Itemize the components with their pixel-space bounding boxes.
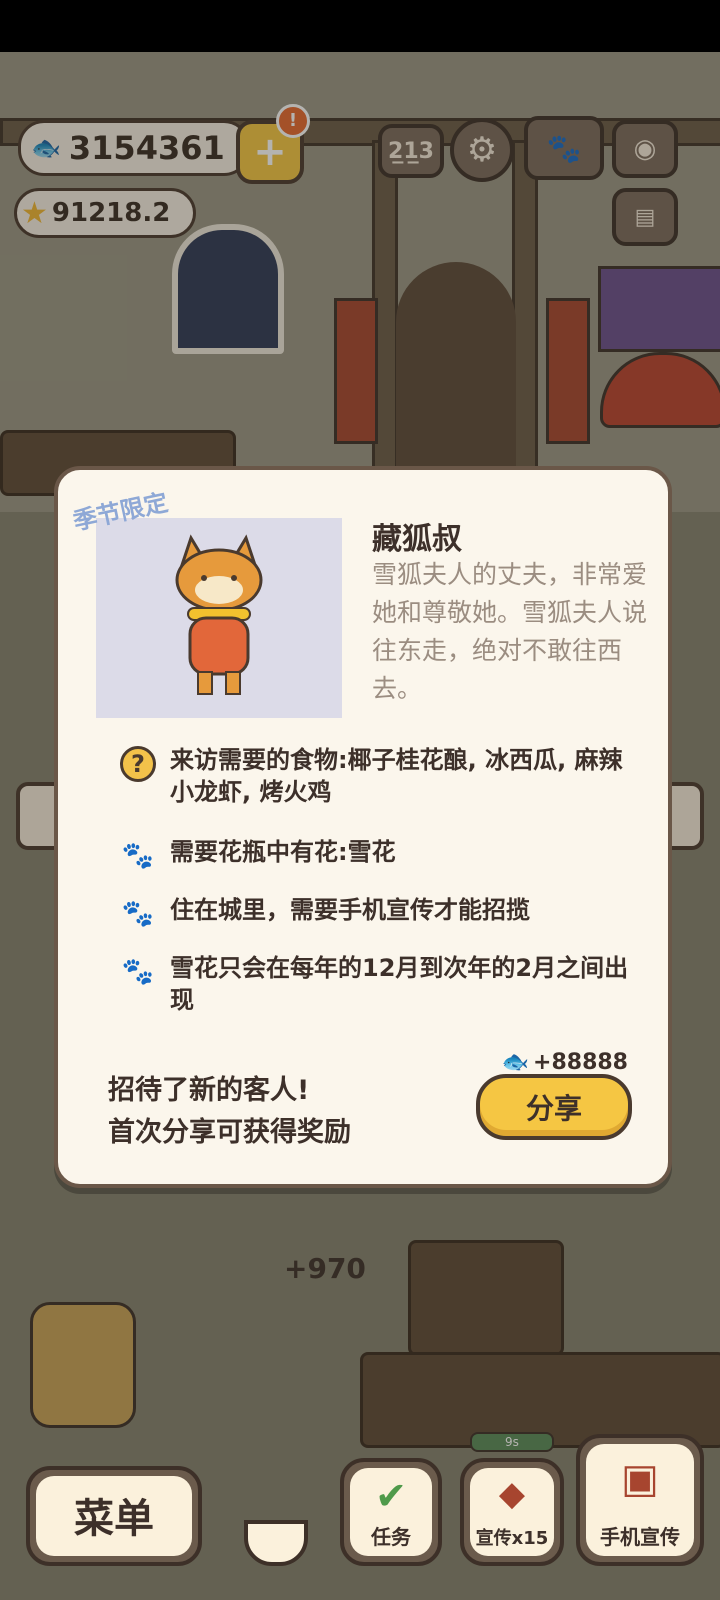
phone-icon: ▣	[621, 1456, 659, 1502]
task-label: 任务	[371, 1525, 411, 1549]
promo-button[interactable]: ◆ 宣传x15	[460, 1458, 564, 1566]
collapse-arrow[interactable]	[244, 1520, 308, 1566]
requirement-text: 住在城里，需要手机宣传才能招揽	[170, 896, 530, 924]
new-guest-title: 招待了新的客人!	[108, 1075, 310, 1106]
fish-icon: 🐟	[501, 1050, 530, 1075]
fox-character-image	[175, 534, 263, 695]
requirement-text: 需要花瓶中有花:雪花	[170, 838, 396, 866]
status-bar	[0, 0, 720, 52]
character-description: 雪狐夫人的丈夫，非常爱她和尊敬她。雪狐夫人说往东走，绝对不敢往西去。	[372, 560, 648, 703]
share-reward: 🐟 +88888	[502, 1050, 628, 1075]
requirement-season: 🐾 雪花只会在每年的12月到次年的2月之间出现	[118, 952, 638, 1016]
paw-icon: 🐾	[121, 957, 155, 987]
checkmark-icon: ✔	[375, 1474, 407, 1518]
reward-amount: +88888	[533, 1050, 628, 1075]
question-icon: ?	[120, 746, 156, 782]
task-button[interactable]: ✔ 任务	[340, 1458, 442, 1566]
paw-icon: 🐾	[121, 841, 155, 871]
paw-icon: 🐾	[121, 899, 155, 929]
customer-info-modal: 季节限定 藏狐叔 雪狐夫人的丈夫，非常爱她和尊敬她。雪狐夫人说往东走，绝对不敢往…	[54, 466, 672, 1188]
new-guest-message: 招待了新的客人! 首次分享可获得奖励	[108, 1070, 351, 1154]
requirement-text: 雪花只会在每年的12月到次年的2月之间出现	[170, 954, 629, 1014]
promo-ticket-icon: ◆	[498, 1474, 526, 1514]
requirement-city: 🐾 住在城里，需要手机宣传才能招揽	[118, 894, 638, 934]
promo-label: 宣传x15	[475, 1528, 549, 1549]
requirement-text: 来访需要的食物:椰子桂花酿, 冰西瓜, 麻辣小龙虾, 烤火鸡	[170, 746, 623, 806]
menu-label: 菜单	[74, 1496, 154, 1542]
share-button[interactable]: 分享	[476, 1074, 632, 1140]
character-portrait	[96, 518, 342, 718]
character-name: 藏狐叔	[372, 522, 462, 557]
requirement-food: ? 来访需要的食物:椰子桂花酿, 冰西瓜, 麻辣小龙虾, 烤火鸡	[118, 744, 638, 808]
phone-promo-label: 手机宣传	[600, 1525, 680, 1549]
menu-button[interactable]: 菜单	[26, 1466, 202, 1566]
phone-promo-button[interactable]: ▣ 手机宣传	[576, 1434, 704, 1566]
share-reward-hint: 首次分享可获得奖励	[108, 1117, 351, 1148]
requirement-flower: 🐾 需要花瓶中有花:雪花	[118, 836, 638, 876]
